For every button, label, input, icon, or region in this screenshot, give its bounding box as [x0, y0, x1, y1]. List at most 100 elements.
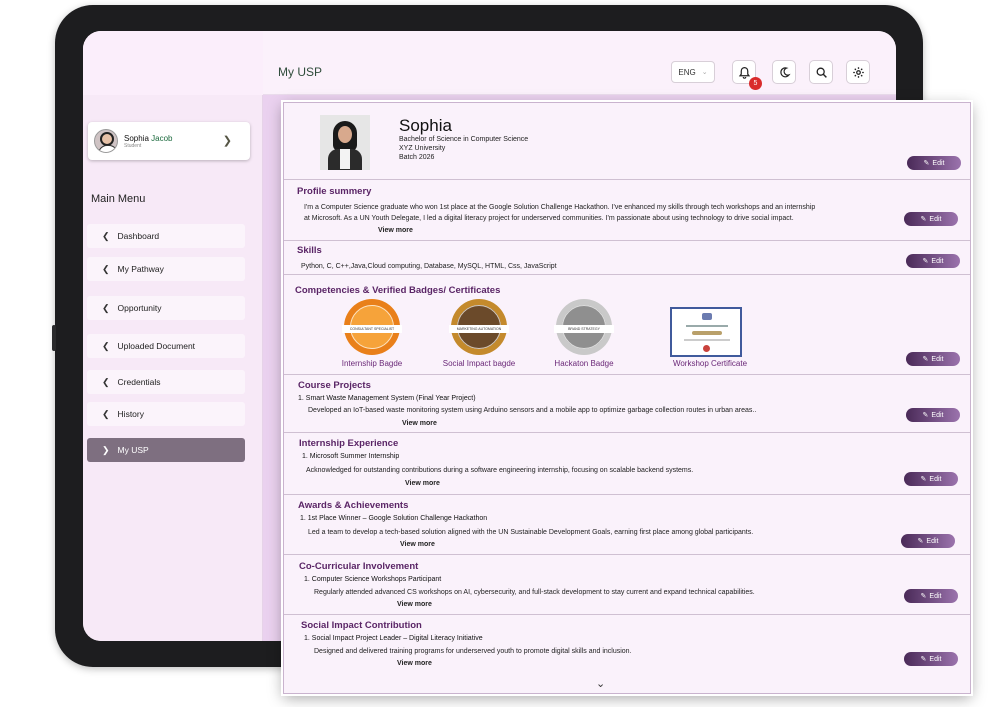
sidebar-item-label: Credentials: [117, 377, 161, 387]
profile-name-heading: Sophia: [399, 116, 452, 135]
chevron-left-icon: ❮: [102, 263, 110, 274]
course-projects-section: Course Projects 1. Smart Waste Managemen…: [284, 375, 970, 433]
badge-label: Social Impact bagde: [442, 359, 516, 368]
settings-button[interactable]: [846, 60, 870, 84]
sidebar: Sophia Jacob Student ❯ Main Menu ❮ Dashbo…: [83, 31, 263, 641]
language-select[interactable]: ENG ⌄: [671, 61, 715, 83]
sidebar-item-label: My Pathway: [117, 264, 164, 274]
pencil-icon: ✎: [920, 476, 927, 483]
bell-icon: [738, 66, 750, 79]
edit-button[interactable]: ✎ Edit: [904, 652, 958, 666]
sidebar-item-label: Opportunity: [117, 303, 162, 313]
sidebar-item-history[interactable]: ❮ History: [87, 402, 245, 426]
usp-panel: Sophia Bachelor of Science in Computer S…: [283, 102, 971, 694]
top-bar: My USP ENG ⌄ 5: [263, 31, 896, 95]
co-curricular-section: Co-Curricular Involvement 1. Computer Sc…: [284, 555, 970, 615]
notifications-button[interactable]: 5: [732, 60, 762, 90]
summary-line-2: at Microsoft. As a UN Youth Delegate, I …: [304, 215, 794, 222]
internship-section: Internship Experience 1. Microsoft Summe…: [284, 433, 970, 495]
profile-card[interactable]: Sophia Jacob Student ❯: [88, 122, 250, 160]
skills-section: Skills Python, C, C++,Java,Cloud computi…: [284, 241, 970, 275]
edit-button[interactable]: ✎ Edit: [906, 254, 960, 268]
view-more-link[interactable]: View more: [405, 480, 440, 487]
stage: Sophia Jacob Student ❯ Main Menu ❮ Dashbo…: [0, 0, 1000, 707]
social-impact-description: Designed and delivered training programs…: [314, 648, 632, 655]
social-impact-badge[interactable]: MARKETING AUTOMATION: [449, 299, 509, 355]
pencil-icon: ✎: [920, 593, 927, 600]
pencil-icon: ✎: [922, 258, 929, 265]
section-title: Skills: [297, 245, 322, 256]
internship-badge[interactable]: CONSULTANT SPECIALIST: [342, 299, 402, 355]
social-impact-item: 1. Social Impact Project Leader – Digita…: [304, 635, 483, 642]
view-more-link[interactable]: View more: [402, 420, 437, 427]
profile-batch: Batch 2026: [399, 154, 435, 161]
edit-button[interactable]: ✎ Edit: [904, 472, 958, 486]
section-title: Course Projects: [298, 380, 371, 391]
avatar: [94, 129, 118, 153]
edit-button[interactable]: ✎ Edit: [906, 408, 960, 422]
language-value: ENG: [678, 67, 696, 77]
chevron-right-icon[interactable]: ❯: [223, 134, 232, 147]
sidebar-item-opportunity[interactable]: ❮ Opportunity: [87, 296, 245, 320]
page-title: My USP: [278, 65, 323, 79]
summary-line-1: I'm a Computer Science graduate who won …: [304, 204, 816, 211]
profile-university: XYZ University: [399, 145, 446, 152]
sidebar-item-credentials[interactable]: ❮ Credentials: [87, 370, 245, 394]
sidebar-item-label: Dashboard: [117, 231, 160, 241]
co-curricular-item: 1. Computer Science Workshops Participan…: [304, 576, 442, 583]
section-title: Competencies & Verified Badges/ Certific…: [295, 285, 501, 296]
edit-button[interactable]: ✎ Edit: [907, 156, 961, 170]
view-more-link[interactable]: View more: [397, 660, 432, 667]
internship-description: Acknowledged for outstanding contributio…: [306, 467, 694, 474]
pencil-icon: ✎: [920, 216, 927, 223]
sidebar-item-label: My USP: [117, 445, 149, 455]
profile-header-section: Sophia Bachelor of Science in Computer S…: [284, 103, 970, 180]
badge-label: Hackaton Badge: [554, 359, 614, 368]
theme-toggle-button[interactable]: [772, 60, 796, 84]
badge-band-text: BRAND STRATEGY: [554, 325, 614, 333]
edit-button[interactable]: ✎ Edit: [906, 352, 960, 366]
section-title: Profile summery: [297, 186, 372, 197]
section-title: Internship Experience: [299, 438, 399, 449]
project-item: 1. Smart Waste Management System (Final …: [298, 395, 476, 402]
moon-icon: [779, 66, 791, 77]
award-item: 1. 1st Place Winner – Google Solution Ch…: [300, 515, 488, 522]
chevron-down-icon: ⌄: [701, 69, 708, 76]
search-button[interactable]: [809, 60, 833, 84]
view-more-link[interactable]: View more: [400, 541, 435, 548]
sidebar-item-dashboard[interactable]: ❮ Dashboard: [87, 224, 245, 248]
sidebar-item-my-usp[interactable]: ❯ My USP: [87, 438, 245, 462]
chevron-right-icon: ❯: [102, 444, 110, 455]
profile-photo: [320, 115, 370, 170]
award-description: Led a team to develop a tech-based solut…: [308, 529, 754, 536]
edit-button[interactable]: ✎ Edit: [904, 589, 958, 603]
hackathon-badge[interactable]: BRAND STRATEGY: [554, 299, 614, 355]
notification-count-badge: 5: [749, 77, 762, 90]
badge-band-text: CONSULTANT SPECIALIST: [342, 325, 402, 333]
sidebar-item-my-pathway[interactable]: ❮ My Pathway: [87, 257, 245, 281]
chevron-left-icon: ❮: [102, 376, 110, 387]
workshop-certificate-thumbnail[interactable]: [670, 307, 742, 357]
section-title: Social Impact Contribution: [301, 620, 422, 631]
view-more-link[interactable]: View more: [397, 601, 432, 608]
sidebar-item-label: Uploaded Document: [117, 341, 196, 351]
edit-button[interactable]: ✎ Edit: [904, 212, 958, 226]
view-more-link[interactable]: View more: [378, 227, 413, 234]
profile-degree: Bachelor of Science in Computer Science: [399, 136, 529, 143]
pencil-icon: ✎: [922, 412, 929, 419]
chevron-down-icon[interactable]: ⌄: [596, 677, 605, 690]
chevron-left-icon: ❮: [102, 340, 110, 351]
section-title: Co-Curricular Involvement: [299, 561, 419, 572]
social-impact-section: Social Impact Contribution 1. Social Imp…: [284, 615, 970, 677]
pencil-icon: ✎: [923, 160, 930, 167]
badge-band-text: MARKETING AUTOMATION: [449, 325, 509, 333]
co-curricular-description: Regularly attended advanced CS workshops…: [314, 589, 755, 596]
sidebar-item-uploaded-document[interactable]: ❮ Uploaded Document: [87, 334, 245, 358]
menu-title: Main Menu: [91, 193, 146, 205]
pencil-icon: ✎: [920, 656, 927, 663]
edit-button[interactable]: ✎ Edit: [901, 534, 955, 548]
badge-label: Workshop Certificate: [672, 359, 748, 368]
sidebar-item-label: History: [117, 409, 144, 419]
chevron-left-icon: ❮: [102, 302, 110, 313]
section-title: Awards & Achievements: [298, 500, 409, 511]
